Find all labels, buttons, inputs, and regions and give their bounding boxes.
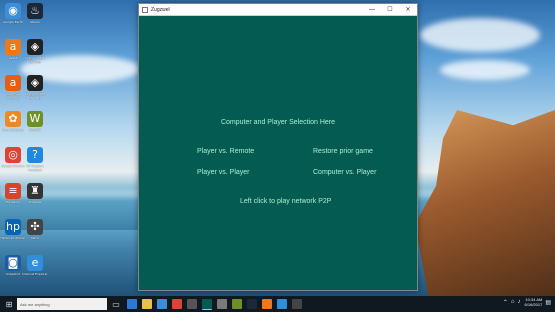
desktop-shortcut-label: WinRAR [29, 128, 41, 132]
unity-icon: ◈ [27, 75, 43, 91]
windows-start-icon[interactable]: ⊞ [3, 298, 15, 310]
zugzwel-taskbar-icon[interactable] [202, 298, 212, 310]
terminal-taskbar-icon[interactable] [292, 299, 302, 309]
avast-taskbar-icon[interactable] [262, 299, 272, 309]
help-icon: ? [27, 147, 43, 163]
system-tray: ⌃ ⌂ ♪ 10:34 AM 6/16/2017 ▤ [500, 297, 551, 307]
desktop-shortcut-label: Tetris [31, 236, 39, 240]
wallpaper-cliff [415, 110, 555, 300]
hp-icon: hp [5, 219, 21, 235]
desktop-shortcut[interactable]: ✣ Tetris [22, 219, 48, 240]
edge-icon[interactable] [127, 299, 137, 309]
network-p2p-option[interactable]: Left click to play network P2P [240, 198, 331, 205]
desktop-shortcut[interactable]: ◈ Unity 5.5.1f1 (64-bit) [22, 39, 48, 64]
desktop-shortcut[interactable]: W WinRAR [22, 111, 48, 132]
player-vs-player-option[interactable]: Player vs. Player [197, 169, 250, 176]
wallpaper-cloud [440, 60, 530, 80]
app-window: Zugzwel — ☐ ✕ Computer and Player Select… [138, 3, 418, 291]
app-icon: ♜ [27, 183, 43, 199]
file-explorer-icon[interactable] [142, 299, 152, 309]
chevron-up-icon[interactable]: ⌃ [503, 299, 508, 306]
steam-taskbar-icon[interactable] [247, 299, 257, 309]
computer-vs-player-option[interactable]: Computer vs. Player [313, 169, 376, 176]
chess-icon: ✣ [27, 219, 43, 235]
task-view-icon[interactable]: ▭ [110, 298, 122, 310]
desktop-shortcut[interactable]: e Internet Explorer [22, 255, 48, 276]
unity-icon: ◈ [27, 39, 43, 55]
equalizer-icon: ≡ [5, 183, 21, 199]
desktop-shortcut-label: Zugzwel [28, 200, 42, 204]
taskbar-search-input[interactable]: Ask me anything [17, 298, 107, 310]
desktop-shortcut[interactable]: ◈ Unity 5.6.0f3 (64-bit) [22, 75, 48, 100]
chrome-icon: ◎ [5, 147, 21, 163]
game-menu: Computer and Player Selection Here Playe… [139, 16, 417, 291]
unity-taskbar-icon[interactable] [187, 299, 197, 309]
notifications-icon[interactable]: ▤ [545, 299, 551, 306]
avast-icon: a [5, 39, 21, 55]
desktop-shortcut-label: Unity 5.6.0f3 (64-bit) [25, 92, 45, 100]
desktop: ◉ Google Earth ♨ Steam a Avast ◈ Unity 5.5.1f1 … [0, 0, 555, 312]
avast-antivirus-icon: a [5, 75, 21, 91]
steam-icon: ♨ [27, 3, 43, 19]
camera-icon: ◙ [5, 255, 21, 271]
winrar-taskbar-icon[interactable] [232, 299, 242, 309]
close-button[interactable]: ✕ [399, 6, 417, 13]
restore-prior-game-option[interactable]: Restore prior game [313, 148, 373, 155]
clock[interactable]: 10:34 AM 6/16/2017 [525, 297, 543, 307]
player-vs-remote-option[interactable]: Player vs. Remote [197, 148, 254, 155]
window-title: Zugzwel [151, 6, 170, 13]
taskbar-app-icon[interactable] [217, 299, 227, 309]
ie-taskbar-icon[interactable] [277, 299, 287, 309]
clock-date: 6/16/2017 [524, 302, 543, 307]
desktop-shortcut-label: Steam [30, 20, 40, 24]
taskbar: ⊞ Ask me anything ▭ ⌃ ⌂ ♪ 10:34 AM 6/16/… [0, 296, 555, 312]
winrar-icon: W [27, 111, 43, 127]
desktop-shortcut[interactable]: ♨ Steam [22, 3, 48, 24]
store-icon[interactable] [157, 299, 167, 309]
desktop-shortcut-label: HP Support Assistant [26, 164, 44, 172]
wallpaper-cloud [420, 18, 540, 52]
ie-icon: e [27, 255, 43, 271]
globe-icon: ◉ [5, 3, 21, 19]
maximize-button[interactable]: ☐ [381, 6, 399, 13]
app-window-icon [142, 6, 148, 13]
avast-cleanup-icon: ✿ [5, 111, 21, 127]
title-bar[interactable]: Zugzwel — ☐ ✕ [139, 4, 417, 16]
desktop-shortcut[interactable]: ♜ Zugzwel [22, 183, 48, 204]
minimize-button[interactable]: — [363, 7, 381, 13]
desktop-shortcut[interactable]: ? HP Support Assistant [22, 147, 48, 172]
chrome-taskbar-icon[interactable] [172, 299, 182, 309]
desktop-shortcut-label: Internet Explorer [22, 272, 48, 276]
menu-heading: Computer and Player Selection Here [220, 119, 335, 126]
network-icon[interactable]: ⌂ [511, 299, 515, 305]
volume-icon[interactable]: ♪ [518, 299, 521, 305]
desktop-shortcut-label: Unity 5.5.1f1 (64-bit) [25, 56, 45, 64]
